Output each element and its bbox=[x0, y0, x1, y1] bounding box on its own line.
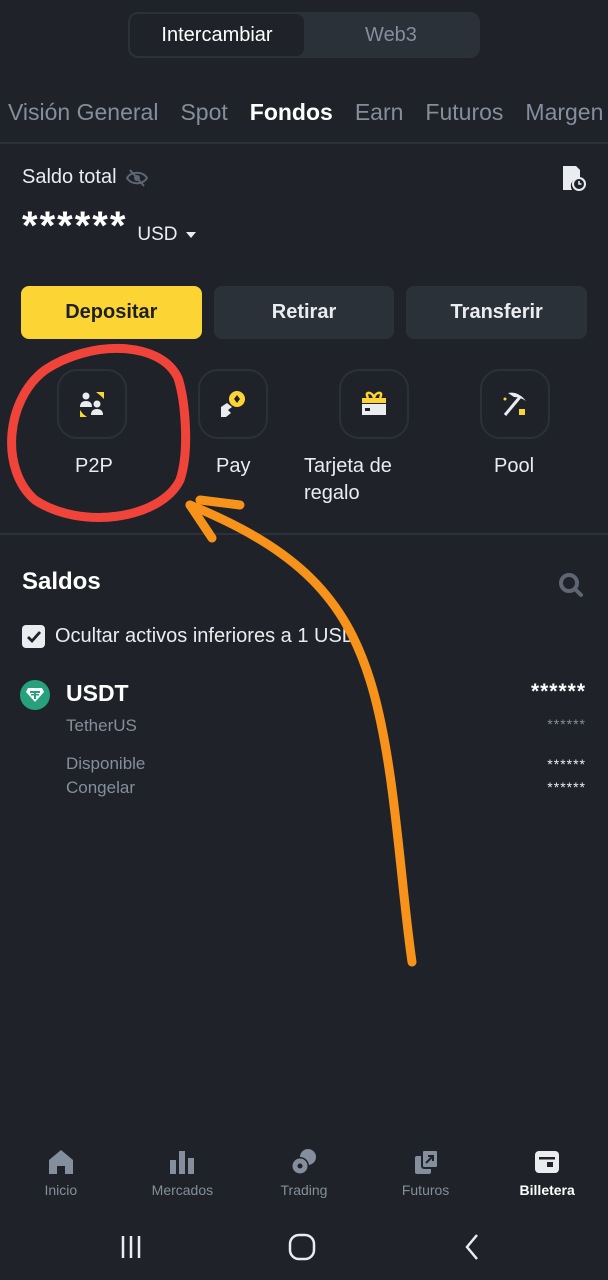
nav-billetera-label: Billetera bbox=[519, 1182, 575, 1198]
system-navigation-bar bbox=[0, 1222, 608, 1270]
currency-selector[interactable]: USD bbox=[137, 224, 196, 248]
asset-name: TetherUS bbox=[66, 716, 137, 735]
frozen-value: ****** bbox=[547, 779, 586, 795]
shortcut-grid: P2P Pay Tarjeta de regalo Pool bbox=[0, 369, 608, 509]
pay-icon-box bbox=[198, 369, 268, 439]
shortcut-gift-card[interactable]: Tarjeta de regalo bbox=[304, 369, 444, 507]
pool-icon-box bbox=[480, 369, 550, 439]
asset-usd-value: ****** bbox=[547, 716, 586, 732]
recent-apps-icon[interactable] bbox=[117, 1232, 147, 1262]
nav-trading-label: Trading bbox=[280, 1182, 328, 1198]
shortcut-pool[interactable]: Pool bbox=[480, 369, 608, 480]
section-divider bbox=[0, 533, 608, 535]
nav-futuros-label: Futuros bbox=[401, 1182, 450, 1198]
usdt-icon bbox=[20, 680, 50, 710]
segment-web3[interactable]: Web3 bbox=[304, 14, 478, 56]
back-icon[interactable] bbox=[458, 1232, 488, 1262]
nav-futuros[interactable]: Futuros bbox=[365, 1148, 487, 1208]
nav-mercados[interactable]: Mercados bbox=[122, 1148, 244, 1208]
asset-row[interactable]: USDT TetherUS ****** ****** Disponible *… bbox=[0, 676, 608, 806]
total-balance-value: ****** bbox=[22, 204, 128, 248]
shortcut-p2p[interactable]: P2P bbox=[57, 369, 197, 480]
hide-small-assets-checkbox[interactable] bbox=[22, 625, 45, 648]
nav-inicio[interactable]: Inicio bbox=[0, 1148, 122, 1208]
caret-down-icon bbox=[185, 232, 196, 238]
markets-icon bbox=[170, 1151, 195, 1174]
total-balance: ****** USD bbox=[22, 204, 196, 248]
shortcut-pay-label: Pay bbox=[216, 455, 251, 477]
nav-billetera[interactable]: Billetera bbox=[486, 1148, 608, 1208]
total-balance-label: Saldo total bbox=[22, 166, 149, 189]
nav-mercados-label: Mercados bbox=[151, 1182, 214, 1198]
futures-icon bbox=[414, 1149, 439, 1174]
shortcut-pool-label: Pool bbox=[494, 455, 535, 477]
pickaxe-icon bbox=[503, 392, 526, 416]
available-label: Disponible bbox=[66, 754, 146, 773]
asset-symbol: USDT bbox=[66, 680, 129, 706]
checkmark-icon bbox=[26, 630, 41, 643]
tabs-divider bbox=[0, 142, 608, 144]
currency-label: USD bbox=[137, 224, 178, 245]
total-balance-text: Saldo total bbox=[22, 166, 117, 188]
hide-small-assets-label: Ocultar activos inferiores a 1 USD bbox=[55, 625, 357, 647]
gift-card-icon bbox=[362, 391, 386, 415]
nav-trading[interactable]: Trading bbox=[243, 1148, 365, 1208]
home-icon bbox=[48, 1150, 73, 1174]
balances-title: Saldos bbox=[22, 568, 101, 595]
tab-margen[interactable]: Margen bbox=[525, 96, 603, 142]
nav-inicio-label: Inicio bbox=[44, 1182, 78, 1198]
wallet-tabs: Visión General Spot Fondos Earn Futuros … bbox=[0, 96, 608, 142]
pay-icon bbox=[221, 391, 245, 417]
available-value: ****** bbox=[547, 756, 586, 772]
hide-small-assets-toggle[interactable]: Ocultar activos inferiores a 1 USD bbox=[22, 625, 356, 648]
p2p-icon-box bbox=[57, 369, 127, 439]
tab-vision-general[interactable]: Visión General bbox=[8, 96, 158, 142]
search-icon[interactable] bbox=[558, 572, 584, 598]
p2p-icon bbox=[80, 392, 104, 417]
withdraw-button[interactable]: Retirar bbox=[213, 286, 395, 339]
home-button-icon[interactable] bbox=[287, 1232, 317, 1262]
tab-futuros[interactable]: Futuros bbox=[425, 96, 503, 142]
asset-amount: ****** bbox=[530, 680, 586, 703]
transfer-button[interactable]: Transferir bbox=[406, 286, 588, 339]
frozen-label: Congelar bbox=[66, 778, 135, 797]
tab-fondos[interactable]: Fondos bbox=[250, 96, 333, 142]
shortcut-p2p-label: P2P bbox=[75, 455, 113, 477]
deposit-button[interactable]: Depositar bbox=[21, 286, 202, 339]
segment-intercambiar[interactable]: Intercambiar bbox=[130, 14, 304, 56]
exchange-web3-switch: Intercambiar Web3 bbox=[128, 12, 480, 58]
action-buttons: Depositar Retirar Transferir bbox=[21, 286, 588, 339]
bottom-navigation: Inicio Mercados Trading Futuros Billeter… bbox=[0, 1148, 608, 1208]
shortcut-gift-card-label: Tarjeta de regalo bbox=[304, 455, 392, 504]
wallet-icon bbox=[535, 1151, 560, 1173]
gift-card-icon-box bbox=[339, 369, 409, 439]
balance-history-icon[interactable] bbox=[560, 164, 586, 192]
tab-earn[interactable]: Earn bbox=[355, 96, 404, 142]
tab-spot[interactable]: Spot bbox=[180, 96, 227, 142]
eye-hidden-icon[interactable] bbox=[125, 167, 149, 189]
trading-icon bbox=[290, 1149, 316, 1175]
